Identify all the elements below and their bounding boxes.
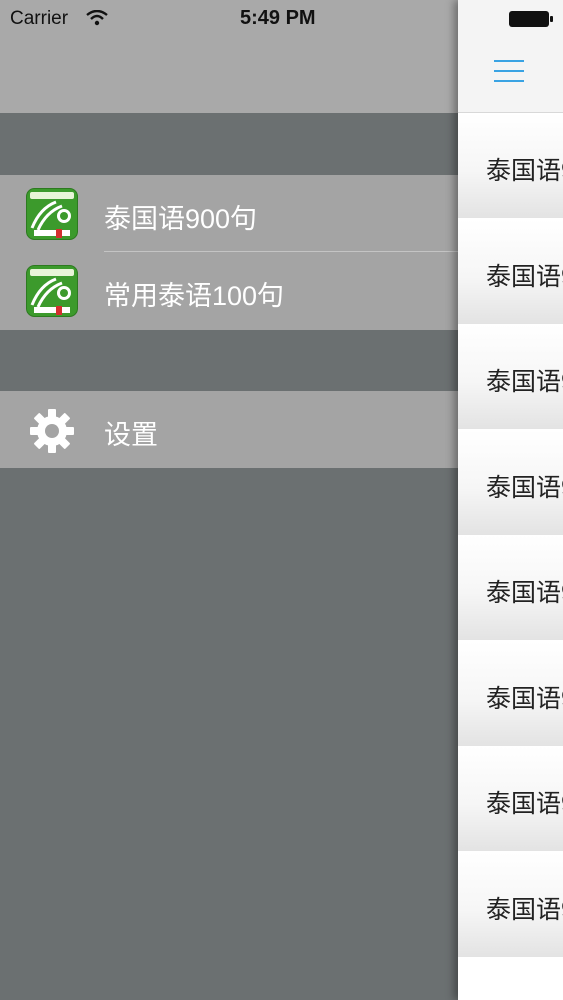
list-item-label: 泰国语9 [486, 368, 563, 396]
list-item[interactable]: 泰国语9 [458, 852, 563, 957]
menu-section-settings: 设置 [0, 391, 458, 468]
list-item[interactable]: 泰国语9 [458, 535, 563, 640]
list-item[interactable]: 泰国语9 [458, 219, 563, 324]
menu-item-label: 常用泰语100句 [104, 281, 285, 311]
carrier-label: Carrier [10, 8, 69, 29]
menu-section-apps: 泰国语900句 常用泰语100句 [0, 175, 458, 330]
side-menu: 泰国语900句 常用泰语100句 设置 [0, 0, 458, 1000]
app-icon [26, 188, 78, 240]
main-content-panel[interactable]: 泰国语9 泰国语9 泰国语9 泰国语9 泰国语9 泰国语9 泰国语9 泰国语9 [458, 0, 563, 1000]
menu-item-label: 泰国语900句 [104, 204, 258, 234]
list-item[interactable]: 泰国语9 [458, 641, 563, 746]
list-item-label: 泰国语9 [486, 579, 563, 607]
status-bar: Carrier 5:49 PM [0, 0, 563, 40]
menu-item-thai-900[interactable]: 泰国语900句 [0, 175, 458, 252]
menu-item-settings[interactable]: 设置 [0, 391, 458, 468]
battery-icon [509, 11, 553, 27]
list-item-label: 泰国语9 [486, 896, 563, 924]
list-item[interactable]: 泰国语9 [458, 324, 563, 429]
list-item[interactable]: 泰国语9 [458, 113, 563, 218]
menu-item-thai-100[interactable]: 常用泰语100句 [0, 252, 458, 329]
status-time: 5:49 PM [240, 7, 316, 29]
menu-item-label: 设置 [104, 420, 158, 450]
list-item-label: 泰国语9 [486, 157, 563, 185]
app-icon [26, 265, 78, 317]
wifi-icon [86, 10, 108, 26]
list-item[interactable]: 泰国语9 [458, 746, 563, 851]
hamburger-icon[interactable] [494, 58, 524, 86]
list-item-label: 泰国语9 [486, 790, 563, 818]
list-item-label: 泰国语9 [486, 263, 563, 291]
list-item-label: 泰国语9 [486, 474, 563, 502]
list-item-label: 泰国语9 [486, 685, 563, 713]
list-item[interactable]: 泰国语9 [458, 430, 563, 535]
gear-icon [30, 409, 74, 453]
